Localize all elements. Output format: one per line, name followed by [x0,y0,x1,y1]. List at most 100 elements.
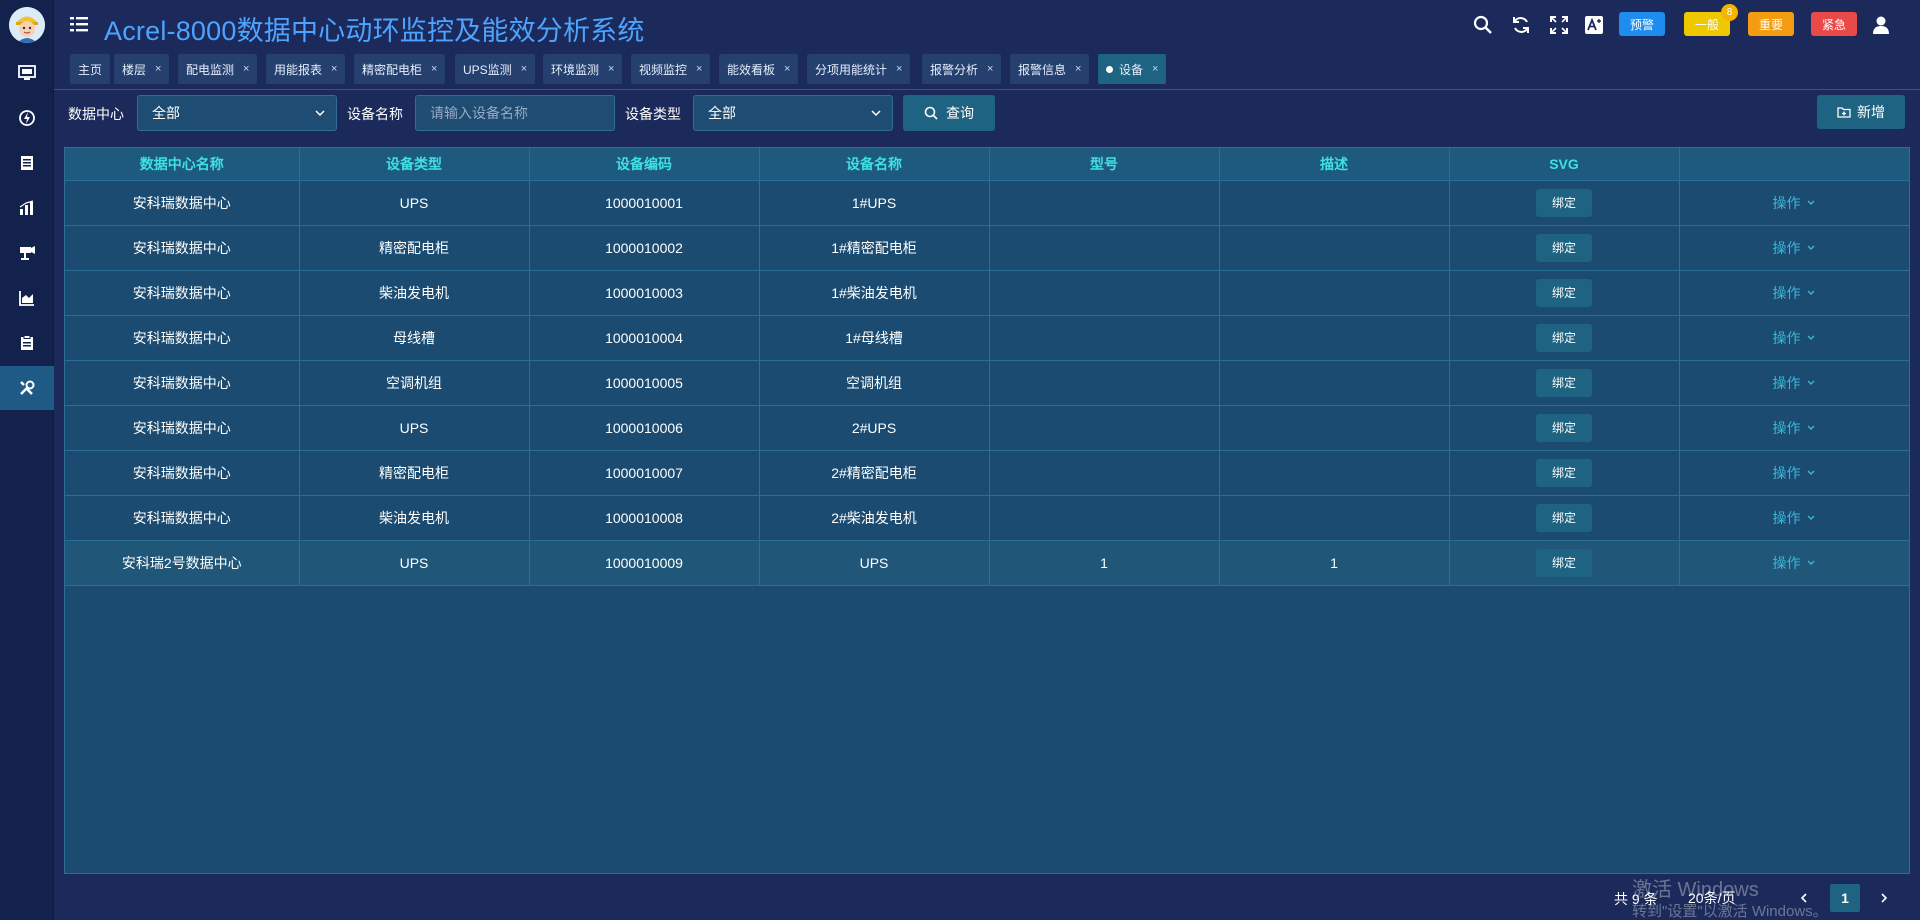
close-icon[interactable]: × [987,63,993,75]
close-icon[interactable]: × [243,63,249,75]
tab-label: 分项用能统计 [815,62,888,77]
cell-model [989,225,1220,271]
bind-button[interactable]: 绑定 [1536,503,1592,532]
cell-device-type: 柴油发电机 [299,495,530,541]
add-device-button[interactable]: 新增 [1817,95,1905,129]
tab-device[interactable]: 设备 × [1098,54,1167,84]
chevron-down-icon [1807,290,1814,295]
table-row: 安科瑞数据中心 柴油发电机 1000010008 2#柴油发电机 绑定 操作 [65,495,1910,541]
operation-dropdown[interactable]: 操作 [1773,418,1816,438]
operation-dropdown[interactable]: 操作 [1773,238,1816,258]
table-row: 安科瑞数据中心 UPS 1000010006 2#UPS 绑定 操作 [65,405,1910,451]
sidebar-item-monitor[interactable] [0,51,54,95]
operation-label: 操作 [1772,284,1801,301]
refresh-icon[interactable] [1510,14,1532,36]
operation-dropdown[interactable]: 操作 [1773,463,1816,483]
device-type-select[interactable]: 全部 [693,95,893,131]
tab-floor[interactable]: 楼层 × [114,54,170,84]
chevron-down-icon [1807,380,1814,385]
alarm-urgent-label: 紧急 [1821,17,1846,32]
bind-button[interactable]: 绑定 [1536,233,1592,262]
page-number-current[interactable]: 1 [1830,884,1860,912]
cell-device-name: 2#UPS [759,405,990,451]
operation-dropdown[interactable]: 操作 [1773,373,1816,393]
bind-button[interactable]: 绑定 [1536,548,1592,577]
cell-model [989,315,1220,361]
table-row: 安科瑞数据中心 母线槽 1000010004 1#母线槽 绑定 操作 [65,315,1910,361]
tab-power-monitor[interactable]: 配电监测 × [178,54,258,84]
query-button[interactable]: 查询 [903,95,995,131]
tab-alarm-analysis[interactable]: 报警分析 × [922,54,1002,84]
cell-device-code: 1000010001 [529,180,760,226]
alarm-normal-button[interactable]: 一般 8 [1684,4,1738,36]
sidebar-item-report[interactable] [0,141,54,185]
bind-button[interactable]: 绑定 [1536,323,1592,352]
close-icon[interactable]: × [155,63,161,75]
tab-itemized-energy[interactable]: 分项用能统计 × [807,54,911,84]
table-row: 安科瑞数据中心 UPS 1000010001 1#UPS 绑定 操作 [65,180,1910,226]
sidebar-item-statistics[interactable] [0,186,54,230]
cell-svg: 绑定 [1449,540,1680,586]
camera-icon [20,246,35,260]
cell-description [1219,450,1450,496]
sidebar-item-video[interactable] [0,231,54,275]
close-icon[interactable]: × [896,63,902,75]
bind-button[interactable]: 绑定 [1536,188,1592,217]
tab-environment-monitor[interactable]: 环境监测 × [543,54,623,84]
cell-device-code: 1000010005 [529,360,760,406]
tab-video-surveillance[interactable]: 视频监控 × [631,54,711,84]
close-icon[interactable]: × [696,63,702,75]
bind-button[interactable]: 绑定 [1536,413,1592,442]
close-icon[interactable]: × [608,63,614,75]
bind-button[interactable]: 绑定 [1536,368,1592,397]
bind-button[interactable]: 绑定 [1536,458,1592,487]
alarm-warning-button[interactable]: 预警 [1619,12,1665,36]
operation-dropdown[interactable]: 操作 [1773,328,1816,348]
close-icon[interactable]: × [1152,63,1158,75]
bind-button[interactable]: 绑定 [1536,278,1592,307]
tab-label: 楼层 [122,62,147,77]
operation-dropdown[interactable]: 操作 [1773,553,1816,573]
menu-toggle-icon[interactable] [70,16,88,32]
tab-ups-monitor[interactable]: UPS监测 × [455,54,536,84]
datacenter-select[interactable]: 全部 [137,95,337,131]
cell-datacenter: 安科瑞2号数据中心 [65,540,300,586]
tab-energy-report[interactable]: 用能报表 × [266,54,346,84]
close-icon[interactable]: × [784,63,790,75]
cell-description [1219,495,1450,541]
fullscreen-icon[interactable] [1548,14,1570,36]
tab-precision-cabinet[interactable]: 精密配电柜 × [354,54,446,84]
search-icon[interactable] [1472,14,1494,36]
cell-datacenter: 安科瑞数据中心 [65,450,300,496]
sidebar-item-alarm[interactable] [0,321,54,365]
tab-alarm-info[interactable]: 报警信息 × [1010,54,1090,84]
operation-dropdown[interactable]: 操作 [1773,193,1816,213]
user-avatar[interactable] [9,7,45,43]
operation-dropdown[interactable]: 操作 [1773,283,1816,303]
operation-dropdown[interactable]: 操作 [1773,508,1816,528]
alarm-important-button[interactable]: 重要 [1748,12,1794,36]
column-header-actions [1679,148,1910,181]
font-size-icon[interactable] [1583,14,1605,36]
device-name-input[interactable] [415,95,615,131]
close-icon[interactable]: × [431,63,437,75]
device-table: 数据中心名称 设备类型 设备编码 设备名称 型号 描述 SVG 安科瑞数据中心 U… [65,148,1910,586]
close-icon[interactable]: × [521,63,527,75]
cell-description [1219,270,1450,316]
tab-home[interactable]: 主页 [70,54,111,84]
next-page-button[interactable] [1874,888,1894,908]
clipboard-icon [21,335,33,350]
alarm-urgent-button[interactable]: 紧急 [1811,12,1857,36]
close-icon[interactable]: × [1075,63,1081,75]
sidebar-item-device-settings[interactable] [0,366,54,410]
folder-add-icon [1837,107,1851,118]
tab-efficiency-board[interactable]: 能效看板 × [719,54,799,84]
cell-device-type: UPS [299,405,530,451]
tab-label: 配电监测 [186,62,235,77]
cell-datacenter: 安科瑞数据中心 [65,360,300,406]
close-icon[interactable]: × [331,63,337,75]
sidebar-item-analysis[interactable] [0,276,54,320]
user-icon[interactable] [1870,14,1892,36]
cell-svg: 绑定 [1449,180,1680,226]
sidebar-item-energy[interactable] [0,96,54,140]
